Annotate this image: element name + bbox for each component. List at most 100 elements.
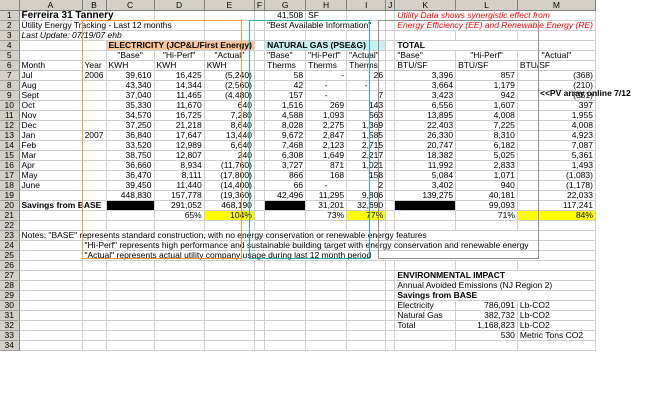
note-line-2[interactable]: Energy Efficiency (EE) and Renewable Ene… [394, 20, 596, 31]
elec-base-cell[interactable]: 39,450 [106, 180, 155, 191]
row-header[interactable]: 30 [0, 300, 20, 311]
cell[interactable] [254, 70, 266, 81]
row-header[interactable]: 10 [0, 100, 20, 111]
total-hiperf-cell[interactable]: 1,179 [455, 80, 518, 91]
cell[interactable] [106, 280, 155, 291]
header-base[interactable]: "Base" [394, 50, 457, 61]
month-cell[interactable]: Sept [19, 90, 83, 101]
gas-hiperf-savings[interactable]: 31,201 [305, 200, 348, 211]
row-header[interactable]: 24 [0, 240, 20, 251]
column-header[interactable]: I [346, 0, 387, 11]
gas-base-cell[interactable]: 6,308 [264, 150, 307, 161]
gas-hiperf-cell[interactable]: 2,123 [305, 140, 348, 151]
elec-hiperf-cell[interactable]: 16,725 [154, 110, 205, 121]
cell[interactable] [305, 290, 348, 301]
cell[interactable] [204, 10, 255, 21]
gas-actual-cell[interactable]: 26 [346, 70, 387, 81]
header-btusf[interactable]: BTU/SF [517, 60, 596, 71]
cell[interactable] [264, 320, 307, 331]
gas-actual-cell[interactable]: 2,217 [346, 150, 387, 161]
total-actual-cell[interactable]: (368) [517, 70, 596, 81]
cell[interactable] [305, 310, 348, 321]
cell[interactable] [204, 320, 255, 331]
header-therms[interactable]: Therms [346, 60, 387, 71]
cell[interactable] [264, 220, 307, 231]
row-header[interactable]: 14 [0, 140, 20, 151]
cell[interactable] [82, 290, 107, 301]
cell[interactable] [264, 330, 307, 341]
elec-base-cell[interactable]: 33,520 [106, 140, 155, 151]
total-actual-pct[interactable]: 84% [517, 210, 596, 221]
cell[interactable] [394, 260, 457, 271]
total-base-total[interactable]: 139,275 [394, 190, 457, 201]
cell[interactable] [254, 260, 266, 271]
cell[interactable] [305, 30, 348, 41]
elec-base-cell[interactable]: 38,750 [106, 150, 155, 161]
row-header[interactable]: 31 [0, 310, 20, 321]
elec-actual-cell[interactable]: (17,800) [204, 170, 255, 181]
cell[interactable] [254, 220, 266, 231]
cell[interactable] [204, 260, 255, 271]
total-base-cell[interactable]: 5,084 [394, 170, 457, 181]
gas-actual-savings[interactable]: 32,690 [346, 200, 387, 211]
elec-hiperf-pct[interactable]: 65% [154, 210, 205, 221]
gas-actual-cell[interactable]: - [346, 80, 387, 91]
cell[interactable] [19, 340, 83, 351]
row-header[interactable]: 15 [0, 150, 20, 161]
row-header[interactable]: 28 [0, 280, 20, 291]
gas-base-cell[interactable]: 1,516 [264, 100, 307, 111]
cell[interactable] [204, 280, 255, 291]
env-row-unit[interactable]: Lb-CO2 [517, 320, 596, 331]
cell[interactable] [154, 260, 205, 271]
total-hiperf-cell[interactable]: 1,607 [455, 100, 518, 111]
cell[interactable] [385, 260, 396, 271]
month-cell[interactable]: May [19, 170, 83, 181]
cell[interactable] [254, 90, 266, 101]
total-actual-cell[interactable]: 4,923 [517, 130, 596, 141]
gas-hiperf-cell[interactable]: 2,275 [305, 120, 348, 131]
total-base-cell[interactable]: 6,556 [394, 100, 457, 111]
env-row-label[interactable]: Natural Gas [394, 310, 457, 321]
total-hiperf-cell[interactable]: 940 [455, 180, 518, 191]
cell[interactable] [455, 30, 518, 41]
cell[interactable] [385, 70, 396, 81]
cell[interactable] [346, 330, 387, 341]
cell[interactable] [254, 190, 266, 201]
cell[interactable] [517, 30, 596, 41]
header-year[interactable]: Year [82, 60, 107, 71]
header-kwh[interactable]: KWH [154, 60, 205, 71]
cell[interactable] [254, 40, 266, 51]
gas-actual-cell[interactable]: 143 [346, 100, 387, 111]
cell[interactable] [394, 340, 457, 351]
cell[interactable] [106, 260, 155, 271]
cell[interactable] [385, 40, 396, 51]
cell[interactable] [254, 290, 266, 301]
gas-base-cell[interactable]: 866 [264, 170, 307, 181]
column-header[interactable]: M [517, 0, 596, 11]
note-base[interactable]: Notes: "BASE" represents standard constr… [19, 230, 596, 241]
column-header[interactable]: J [385, 0, 396, 11]
cell[interactable] [254, 330, 266, 341]
env-tons-value[interactable]: 530 [455, 330, 518, 341]
cell[interactable] [82, 260, 107, 271]
total-actual-cell[interactable]: 4,008 [517, 120, 596, 131]
blacked-out-cell[interactable] [106, 200, 155, 211]
elec-actual-cell[interactable]: (5,240) [204, 70, 255, 81]
row-header[interactable]: 11 [0, 110, 20, 121]
cell[interactable] [385, 160, 396, 171]
cell[interactable] [254, 210, 266, 221]
elec-actual-savings[interactable]: 468,190 [204, 200, 255, 211]
gas-hiperf-cell[interactable]: - [305, 80, 348, 91]
gas-hiperf-cell[interactable]: 269 [305, 100, 348, 111]
elec-actual-cell[interactable]: 8,640 [204, 120, 255, 131]
gas-actual-cell[interactable]: 2,715 [346, 140, 387, 151]
cell[interactable] [385, 120, 396, 131]
cell[interactable] [19, 40, 83, 51]
sf-value[interactable]: 41,508 [264, 10, 307, 21]
column-header[interactable]: A [19, 0, 83, 11]
total-base-cell[interactable]: 3,402 [394, 180, 457, 191]
cell[interactable] [19, 300, 83, 311]
cell[interactable] [154, 320, 205, 331]
cell[interactable] [154, 340, 205, 351]
gas-hiperf-cell[interactable]: 2,847 [305, 130, 348, 141]
